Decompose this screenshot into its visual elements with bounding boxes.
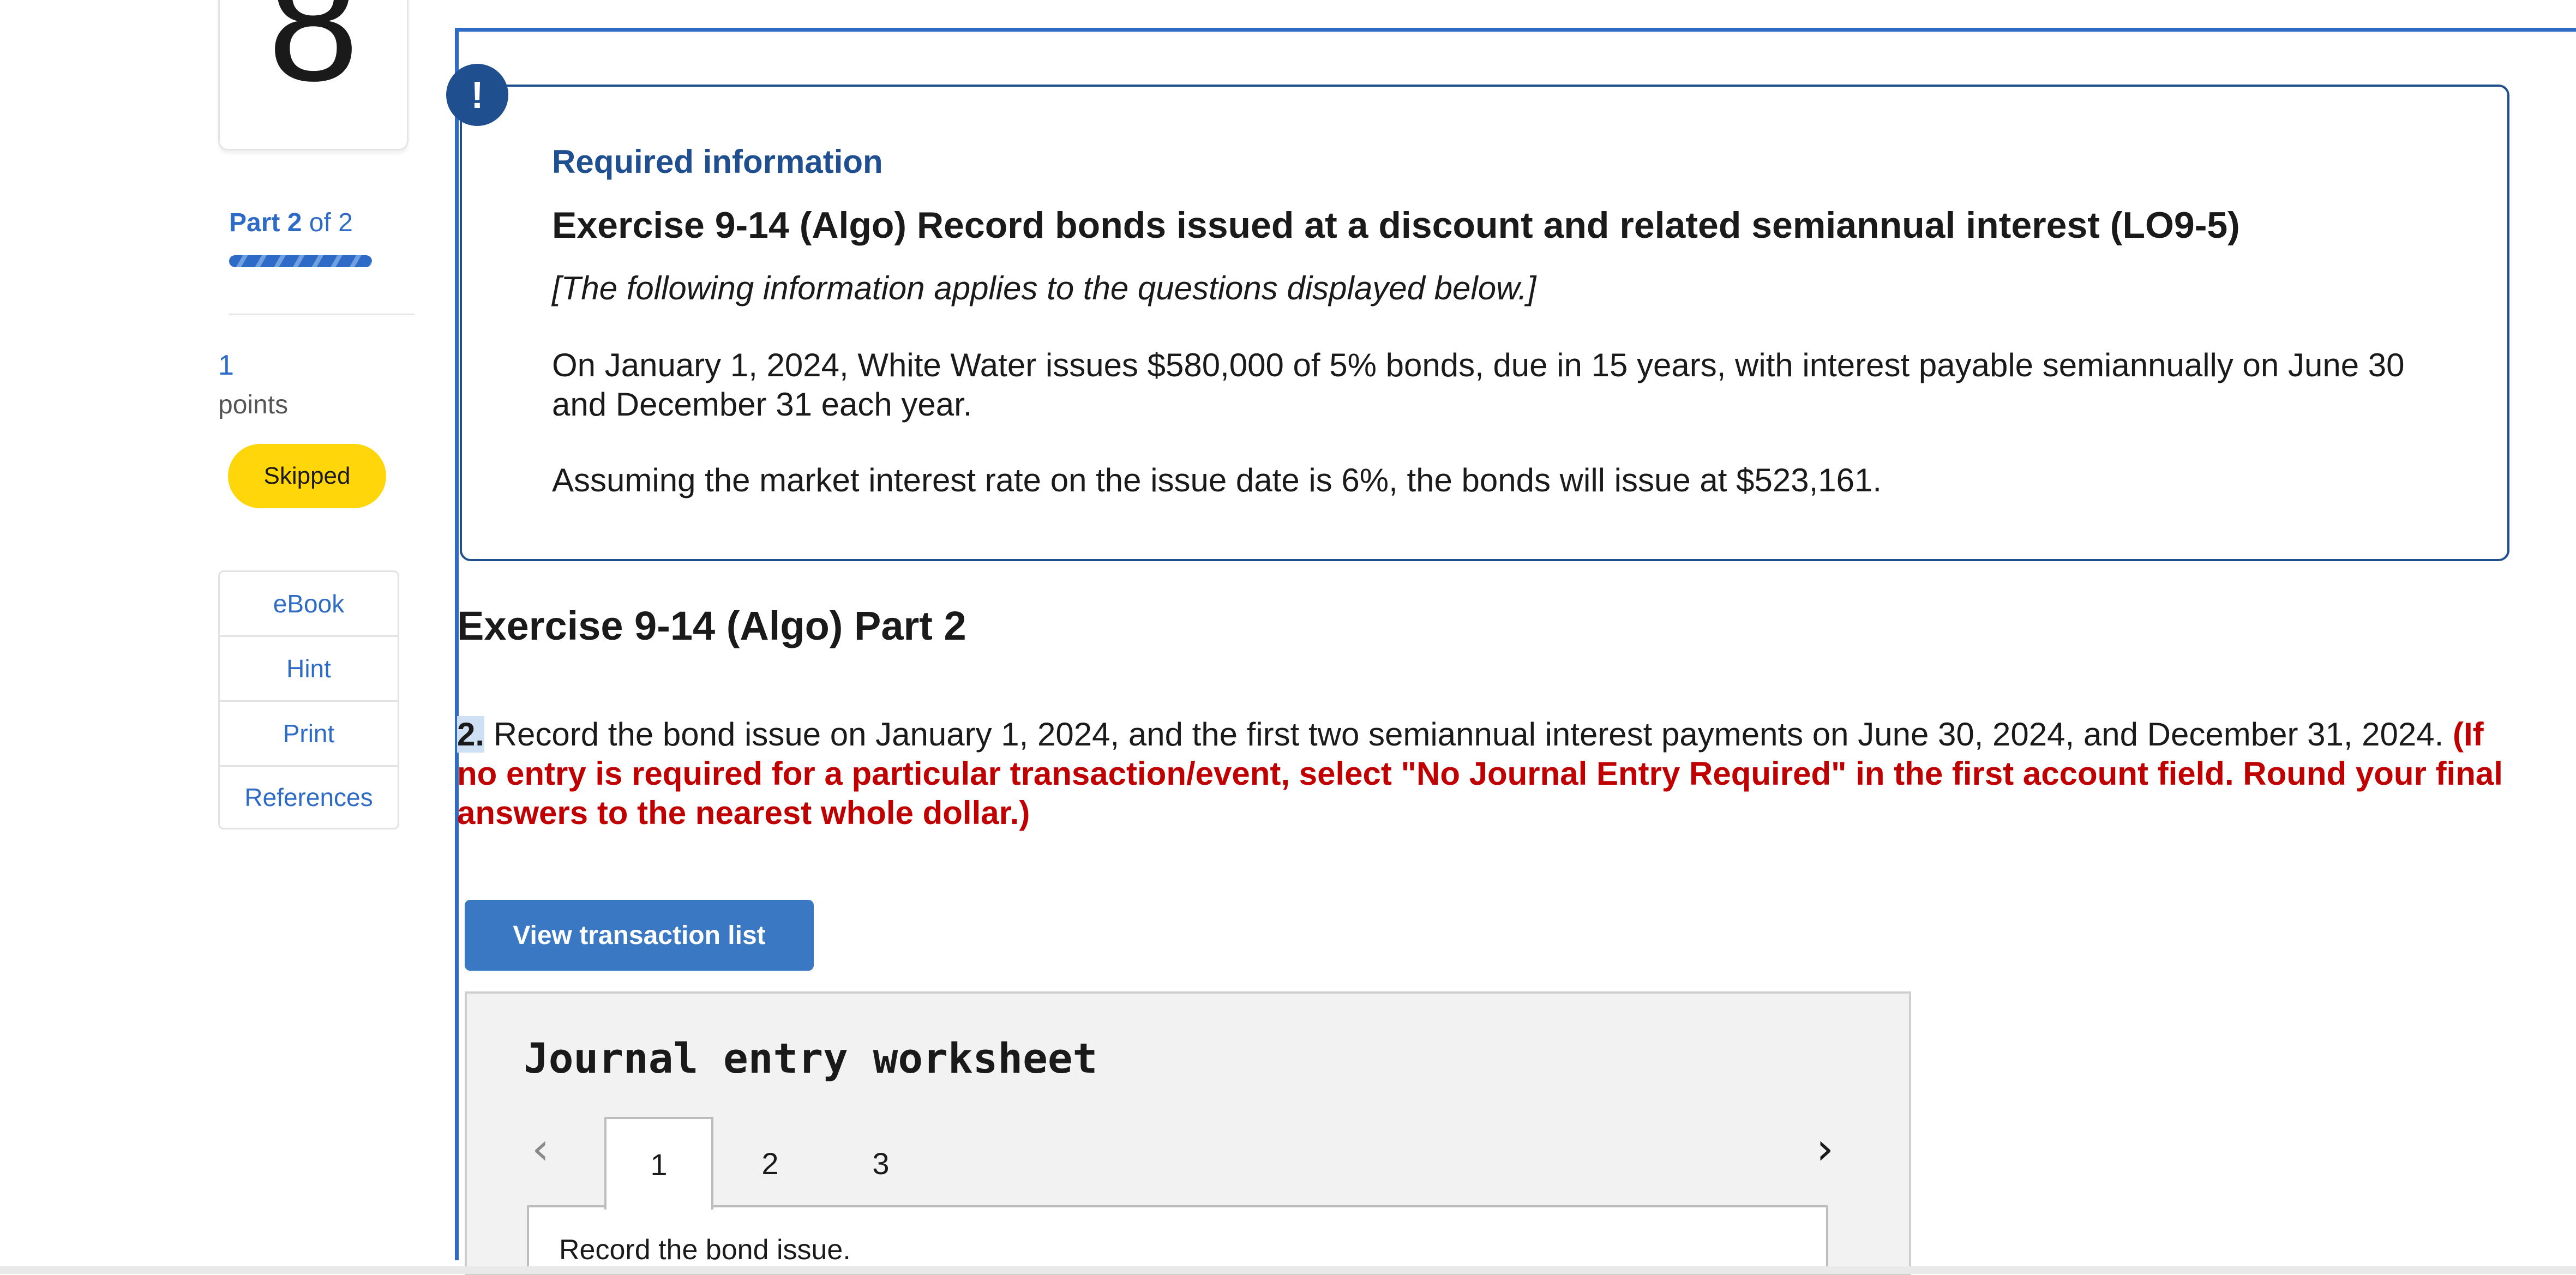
part-title: Exercise 9-14 (Algo) Part 2: [457, 603, 966, 648]
question-body: Record the bond issue on January 1, 2024…: [484, 716, 2453, 753]
question-text: 2. Record the bond issue on January 1, 2…: [457, 715, 2508, 833]
question-number: 8: [268, 0, 359, 115]
worksheet-instruction: Record the bond issue.: [559, 1234, 851, 1266]
ebook-link[interactable]: eBook: [220, 572, 398, 637]
required-info-heading: Required information: [552, 143, 883, 180]
part-indicator-current: Part 2: [229, 208, 302, 237]
references-link[interactable]: References: [220, 767, 398, 828]
alert-icon: !: [446, 64, 508, 126]
part-indicator-total: of 2: [302, 208, 353, 237]
print-link[interactable]: Print: [220, 702, 398, 767]
worksheet-tab-3[interactable]: 3: [826, 1117, 935, 1210]
status-badge: Skipped: [228, 444, 386, 508]
chevron-right-icon[interactable]: ›: [1816, 1123, 1834, 1174]
info-paragraph-1: On January 1, 2024, White Water issues $…: [552, 347, 2405, 423]
info-paragraph-2: Assuming the market interest rate on the…: [552, 462, 1882, 498]
exercise-title: Exercise 9-14 (Algo) Record bonds issued…: [552, 205, 2240, 246]
bottom-scroll-strip: [0, 1266, 2576, 1274]
question-number-card: 8: [218, 0, 409, 151]
rail-divider: [229, 314, 415, 315]
points-label: points: [218, 390, 289, 419]
worksheet-tab-1[interactable]: 1: [604, 1117, 713, 1210]
applies-note: [The following information applies to th…: [552, 270, 1536, 306]
hint-link[interactable]: Hint: [220, 637, 398, 702]
chevron-left-icon[interactable]: ‹: [532, 1123, 549, 1174]
points-value: 1: [218, 350, 234, 381]
view-transaction-list-button[interactable]: View transaction list: [465, 900, 814, 971]
question-number-label: 2.: [457, 716, 485, 753]
worksheet-tab-2[interactable]: 2: [716, 1117, 825, 1210]
question-frame-top: [457, 28, 2576, 32]
part-indicator: Part 2 of 2: [229, 208, 353, 238]
worksheet-title: Journal entry worksheet: [524, 1034, 1098, 1082]
tools-menu: eBook Hint Print References: [218, 570, 399, 829]
part-progress-bar: [229, 255, 372, 267]
